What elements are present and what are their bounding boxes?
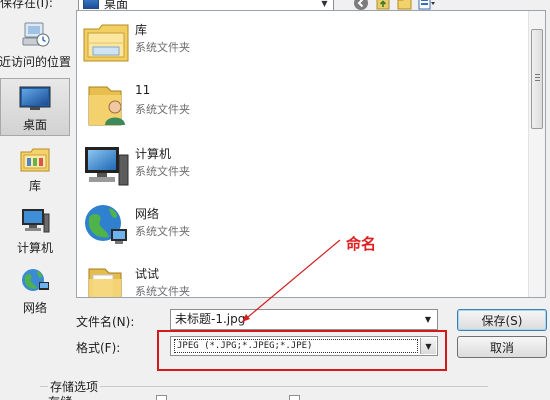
cancel-button[interactable]: 取消 xyxy=(457,336,547,358)
file-name: 试试 xyxy=(135,267,160,281)
storage-checkbox[interactable] xyxy=(289,395,300,400)
file-type: 系统文件夹 xyxy=(135,285,190,298)
file-list-scrollbar[interactable] xyxy=(528,11,545,297)
computer-icon xyxy=(22,209,50,233)
save-button[interactable]: 保存(S) xyxy=(457,309,547,331)
list-item[interactable]: 网络 系统文件夹 xyxy=(77,197,517,257)
format-label: 格式(F): xyxy=(76,341,121,355)
scrollbar-thumb[interactable] xyxy=(531,29,543,129)
file-type: 系统文件夹 xyxy=(135,165,190,178)
nav-label-desktop: 桌面 xyxy=(22,118,47,132)
format-highlight-box xyxy=(157,330,447,371)
nav-label-libraries: 库 xyxy=(28,179,41,193)
file-name: 11 xyxy=(135,83,151,97)
desktop-small-icon xyxy=(83,0,99,9)
desktop-icon xyxy=(19,86,51,110)
list-item[interactable]: 计算机 系统文件夹 xyxy=(77,137,517,197)
file-type: 系统文件夹 xyxy=(135,103,190,116)
nav-item-desktop[interactable]: 桌面 xyxy=(0,78,70,136)
filename-value: 未标题-1.jpg xyxy=(175,312,246,326)
file-name: 网络 xyxy=(135,207,160,221)
recent-places-icon xyxy=(22,22,50,47)
list-item[interactable]: 库 系统文件夹 xyxy=(77,13,517,73)
places-bar: 近访问的位置 桌面 库 计算机 网络 xyxy=(0,12,72,322)
list-item[interactable]: 试试 系统文件夹 xyxy=(77,257,517,298)
save-in-label: 保存在(I): xyxy=(0,0,53,10)
file-type: 系统文件夹 xyxy=(135,225,190,238)
nav-label-network: 网络 xyxy=(22,301,47,315)
storage-checkbox[interactable] xyxy=(156,395,167,400)
file-type: 系统文件夹 xyxy=(135,41,190,54)
chevron-down-icon[interactable]: ▼ xyxy=(420,311,436,328)
file-name: 库 xyxy=(135,23,148,37)
file-name: 计算机 xyxy=(135,147,172,161)
network-globe-icon xyxy=(85,205,127,244)
nav-label-recent: 近访问的位置 xyxy=(0,55,72,69)
list-item[interactable]: 11 系统文件夹 xyxy=(77,75,517,135)
filename-label: 文件名(N): xyxy=(76,315,135,329)
storage-options-group xyxy=(40,386,488,400)
network-icon xyxy=(22,269,49,291)
libraries-icon xyxy=(20,148,50,172)
nav-item-network[interactable]: 网络 xyxy=(0,266,70,322)
computer-icon xyxy=(85,147,129,186)
libraries-folder-icon xyxy=(83,24,129,62)
user-folder-icon xyxy=(88,86,125,126)
folder-icon xyxy=(88,268,122,297)
file-list-view[interactable]: 库 系统文件夹 11 系统文件夹 计算机 系统文件夹 网络 系统文件夹 试试 系… xyxy=(76,10,546,298)
nav-item-computer[interactable]: 计算机 xyxy=(0,206,70,262)
nav-item-recent[interactable]: 近访问的位置 xyxy=(0,20,72,72)
annotation-label: 命名 xyxy=(346,235,377,253)
nav-item-libraries[interactable]: 库 xyxy=(0,144,70,200)
nav-label-computer: 计算机 xyxy=(16,241,53,255)
storage-label: 存储 xyxy=(48,393,72,400)
filename-input[interactable]: 未标题-1.jpg ▼ xyxy=(170,309,438,330)
